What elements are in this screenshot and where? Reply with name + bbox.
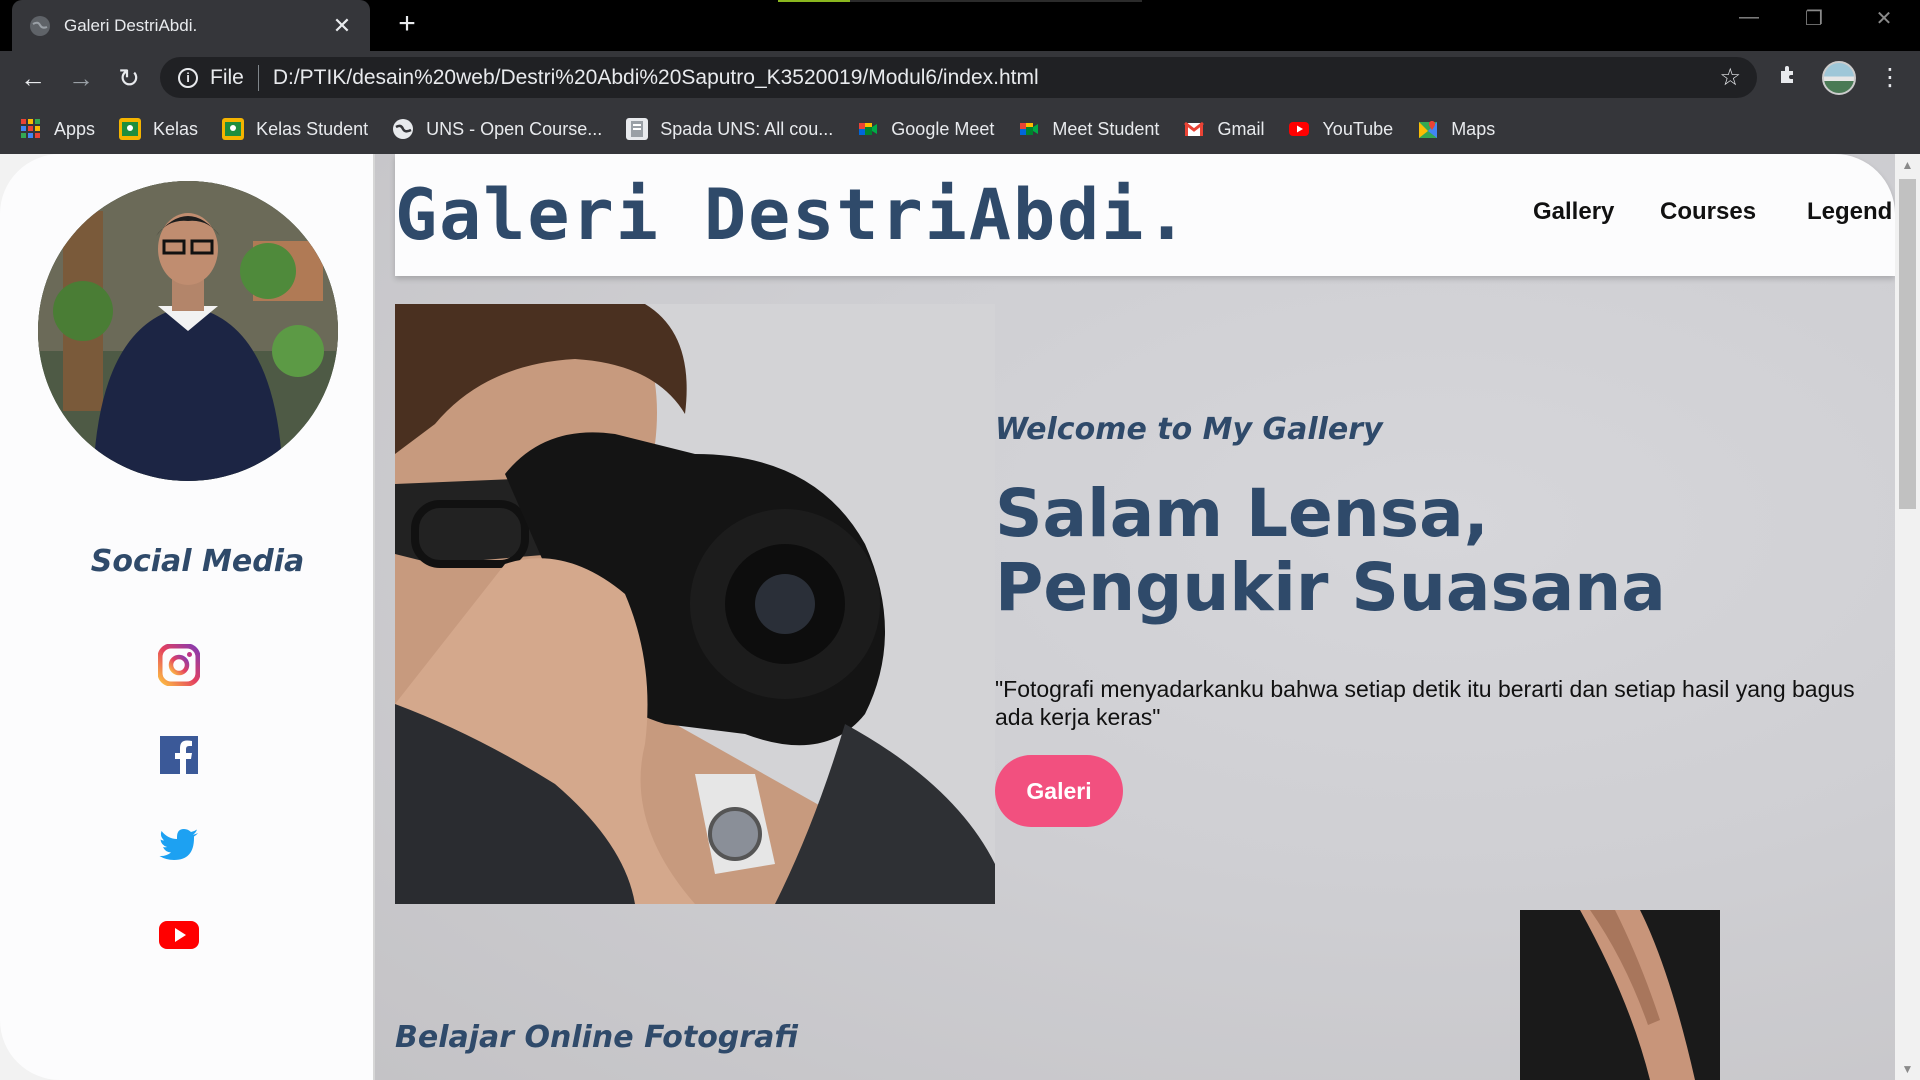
back-arrow-icon[interactable]: ← [16,61,50,95]
scheme-label: File [210,65,244,89]
section-title: Belajar Online Fotografi [395,1020,798,1055]
bookmarks-bar: Apps Kelas Kelas Student UNS - Open Cour… [0,104,1920,154]
bookmark-maps[interactable]: Maps [1417,118,1495,140]
classroom-icon [222,118,245,140]
bookmark-apps[interactable]: Apps [20,118,95,140]
bookmark-label: Spada UNS: All cou... [660,118,834,139]
bookmark-label: UNS - Open Course... [426,118,603,139]
address-bar[interactable]: i File D:/PTIK/desain%20web/Destri%20Abd… [160,57,1757,98]
bookmark-kelas[interactable]: Kelas [119,118,198,140]
bookmark-label: YouTube [1322,118,1394,139]
bookmark-kelas-student[interactable]: Kelas Student [222,118,368,140]
hero-photographer-image [395,304,995,904]
page-viewport: Social Media Galeri DestriAbdi. Gallery … [0,154,1920,1080]
bookmark-youtube[interactable]: YouTube [1288,118,1393,140]
bookmark-label: Google Meet [891,118,995,139]
tab-strip: Galeri DestriAbdi. ✕ + — ❐ ✕ [0,0,1920,51]
meet-icon [1018,118,1040,140]
bookmark-meet-student[interactable]: Meet Student [1018,118,1159,140]
site-brand[interactable]: Galeri DestriAbdi. [395,174,1190,256]
bookmark-uns-open-course[interactable]: UNS - Open Course... [392,118,602,140]
nav-legend[interactable]: Legend [1807,198,1892,226]
meet-icon [857,118,879,140]
minimize-icon[interactable]: — [1725,6,1773,29]
youtube-icon[interactable] [158,914,200,956]
hero-quote: "Fotografi menyadarkanku bahwa setiap de… [995,676,1855,730]
apps-grid-icon [20,118,42,140]
close-tab-icon[interactable]: ✕ [328,13,356,39]
twitter-icon[interactable] [158,824,200,866]
sidebar-title: Social Media [90,544,305,579]
scrollbar-thumb[interactable] [1899,179,1916,509]
profile-avatar[interactable] [1822,61,1856,95]
bookmark-gmail[interactable]: Gmail [1183,118,1264,140]
bookmark-label: Kelas [153,118,199,139]
page-scrollbar[interactable]: ▲ ▼ [1895,154,1920,1080]
site-header: Galeri DestriAbdi. Gallery Courses Legen… [395,154,1895,276]
course-preview-image [1520,910,1720,1080]
divider [257,64,259,91]
tab-title: Galeri DestriAbdi. [64,15,198,35]
bookmark-label: Gmail [1217,118,1265,139]
scroll-up-icon[interactable]: ▲ [1895,154,1920,176]
bookmark-label: Maps [1451,118,1496,139]
web-page: Social Media Galeri DestriAbdi. Gallery … [0,154,1895,1080]
bookmark-google-meet[interactable]: Google Meet [857,118,994,140]
loading-progress [778,0,1142,2]
bookmark-label: Meet Student [1052,118,1160,139]
scroll-down-icon[interactable]: ▼ [1895,1058,1920,1080]
hero-text: Welcome to My Gallery Salam Lensa, Pengu… [995,412,1895,827]
instagram-icon[interactable] [157,643,201,687]
url-text[interactable]: D:/PTIK/desain%20web/Destri%20Abdi%20Sap… [273,66,1720,90]
menu-kebab-icon[interactable]: ⋮ [1878,63,1902,92]
galeri-button[interactable]: Galeri [995,755,1123,827]
bookmark-label: Kelas Student [256,118,369,139]
active-tab[interactable]: Galeri DestriAbdi. ✕ [12,0,370,51]
profile-photo [38,181,338,481]
nav-courses[interactable]: Courses [1660,198,1756,226]
bookmark-spada-uns[interactable]: Spada UNS: All cou... [626,118,833,140]
facebook-icon[interactable] [158,734,200,776]
nav-gallery[interactable]: Gallery [1533,198,1614,226]
hero-headline: Salam Lensa, Pengukir Suasana [995,475,1666,626]
sidebar: Social Media [0,154,375,1080]
globe-icon [30,15,50,36]
browser-toolbar: ← → ↻ i File D:/PTIK/desain%20web/Destri… [0,51,1920,104]
youtube-icon [1288,118,1310,140]
close-window-icon[interactable]: ✕ [1860,6,1908,31]
restore-icon[interactable]: ❐ [1790,6,1838,31]
info-icon[interactable]: i [178,67,198,88]
extensions-puzzle-icon[interactable] [1777,63,1801,94]
welcome-heading: Welcome to My Gallery [995,412,1383,447]
reload-icon[interactable]: ↻ [112,61,146,95]
forward-arrow-icon[interactable]: → [64,61,98,95]
new-tab-button[interactable]: + [390,8,424,42]
classroom-icon [119,118,142,140]
globe-icon [392,118,414,140]
bookmark-label: Apps [54,118,96,139]
maps-icon [1417,118,1439,140]
gmail-icon [1183,118,1205,140]
bookmark-star-icon[interactable]: ☆ [1719,63,1741,92]
page-icon [626,118,649,140]
main-content: Galeri DestriAbdi. Gallery Courses Legen… [375,154,1895,1080]
